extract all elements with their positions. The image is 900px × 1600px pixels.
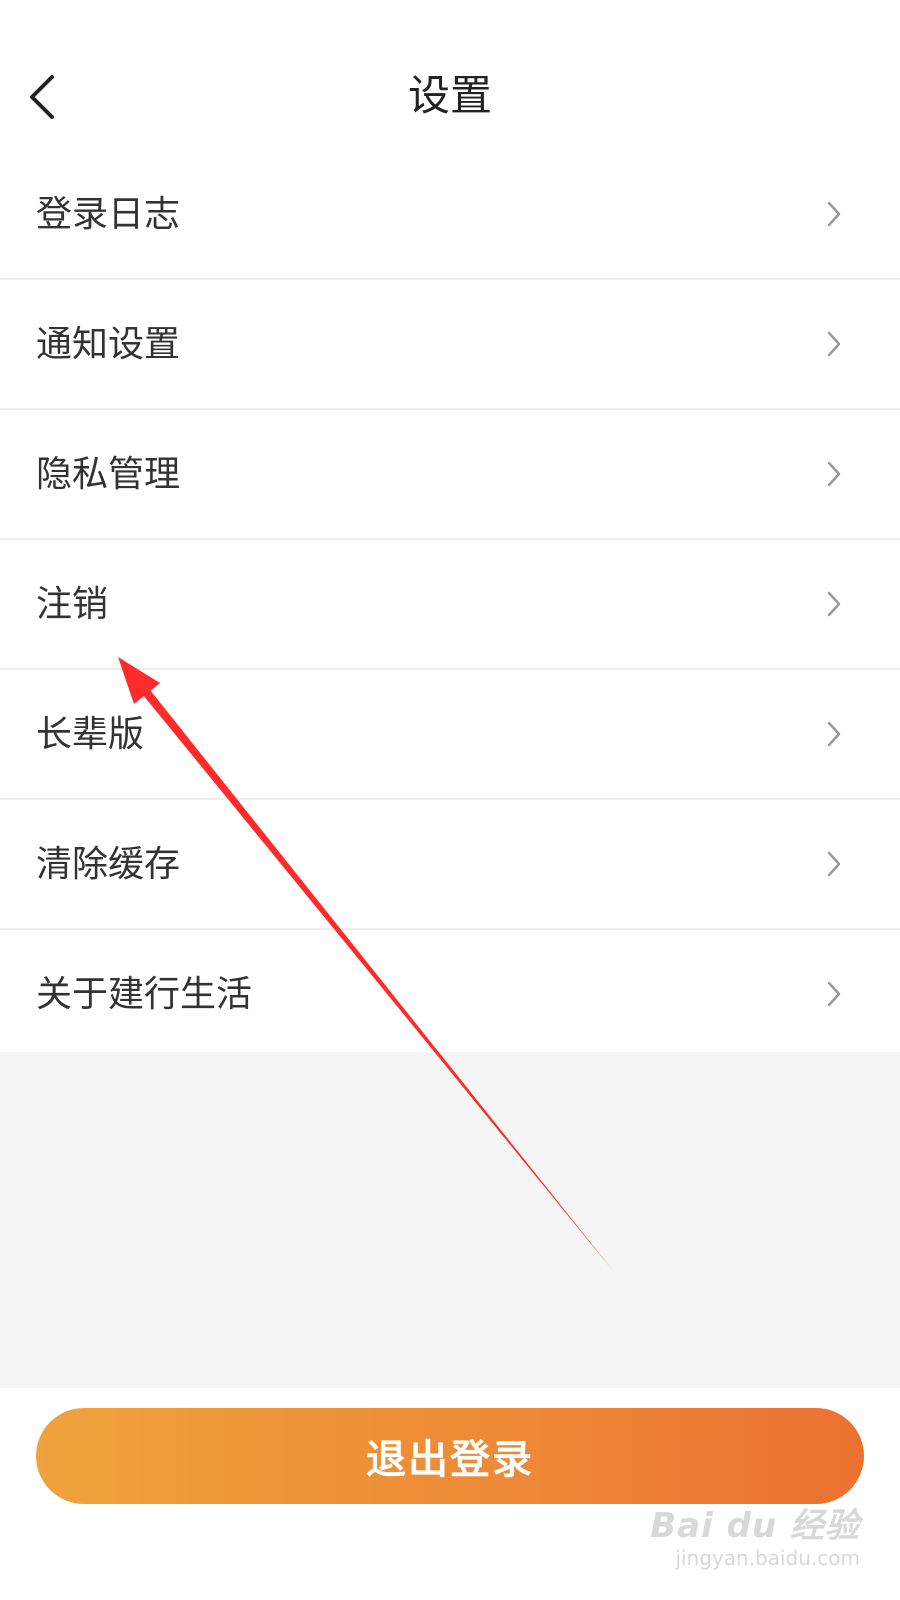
chevron-right-icon [827,201,841,227]
menu-item-label: 关于建行生活 [36,974,253,1015]
menu-item-label: 隐私管理 [36,454,181,495]
watermark: Bai du 经验 jingyan.baidu.com [650,1506,860,1570]
chevron-right-icon [827,331,841,357]
logout-button[interactable]: 退出登录 [36,1408,864,1504]
menu-item-deactivate-account[interactable]: 注销 [0,540,900,670]
chevron-right-icon [827,981,841,1007]
chevron-right-icon [827,721,841,747]
menu-item-label: 注销 [36,584,109,625]
menu-item-notification-settings[interactable]: 通知设置 [0,280,900,410]
watermark-url: jingyan.baidu.com [675,1546,860,1570]
menu-item-label: 清除缓存 [36,844,181,885]
menu-item-login-log[interactable]: 登录日志 [0,150,900,280]
settings-menu: 登录日志 通知设置 隐私管理 注销 长辈版 清除缓存 关于建行生活 [0,150,900,1060]
menu-item-elder-mode[interactable]: 长辈版 [0,670,900,800]
page-title: 设置 [407,71,492,120]
chevron-right-icon [827,461,841,487]
menu-item-clear-cache[interactable]: 清除缓存 [0,800,900,930]
menu-item-label: 长辈版 [36,714,145,755]
menu-item-privacy-management[interactable]: 隐私管理 [0,410,900,540]
chevron-right-icon [827,591,841,617]
menu-item-label: 通知设置 [36,324,181,365]
chevron-right-icon [827,851,841,877]
menu-item-about[interactable]: 关于建行生活 [0,930,900,1060]
menu-item-label: 登录日志 [36,194,181,235]
watermark-logo: Bai du 经验 [650,1506,860,1546]
logout-button-label: 退出登录 [366,1437,534,1483]
empty-content-area [0,1052,900,1388]
